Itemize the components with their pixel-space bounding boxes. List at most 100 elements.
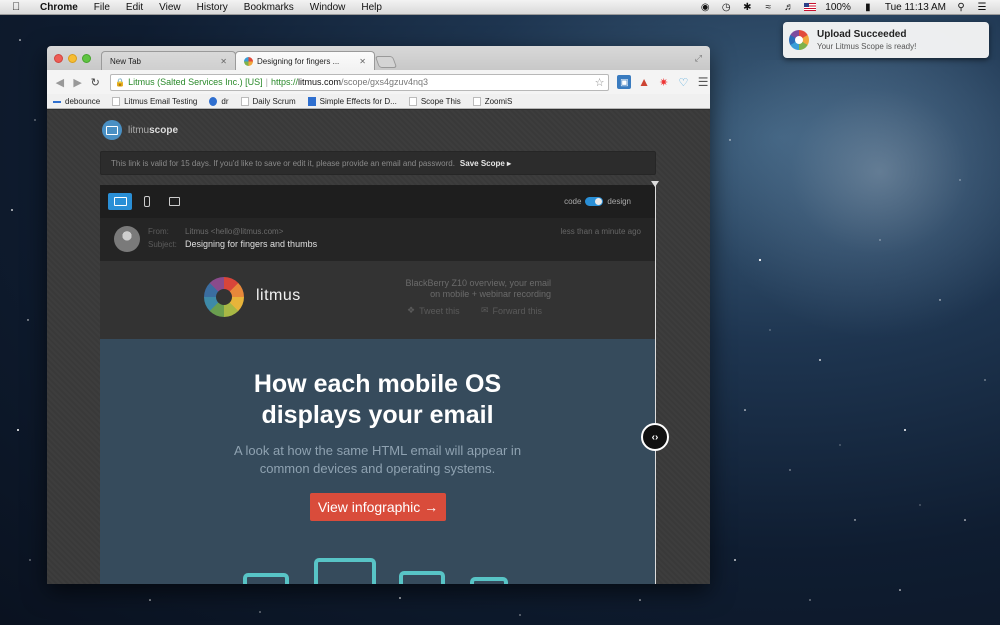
bookmark-scope-this[interactable]: Scope This — [408, 96, 461, 106]
tweet-link[interactable]: ❖ Tweet this — [407, 305, 460, 316]
upload-notification[interactable]: Upload Succeeded Your Litmus Scope is re… — [783, 22, 989, 58]
forward-link[interactable]: ✉ Forward this — [481, 305, 542, 316]
tab-label: Designing for fingers ... — [257, 56, 340, 66]
view-infographic-button[interactable]: View infographic → — [310, 493, 446, 521]
from-label: From: — [148, 227, 169, 236]
menu-window[interactable]: Window — [310, 2, 346, 13]
bluetooth-icon[interactable]: ✱ — [741, 1, 753, 13]
tab-strip: New Tab ✕ Designing for fingers ... ✕ ⤢ — [47, 46, 710, 70]
tab-new-tab[interactable]: New Tab ✕ — [101, 51, 236, 70]
hero-subtitle-line: common devices and operating systems. — [259, 461, 496, 476]
bookmark-label: debounce — [65, 96, 101, 106]
rotate-view-button[interactable] — [162, 193, 186, 210]
address-bar[interactable]: 🔒 Litmus (Salted Services Inc.) [US] | h… — [110, 73, 610, 91]
address-separator: | — [265, 77, 268, 87]
viewer-toolbar: code design — [100, 185, 655, 218]
resize-handle-icon[interactable]: ‹› — [641, 423, 669, 451]
bookmarks-bar: debounce Litmus Email Testing dr Daily S… — [47, 94, 710, 109]
brand-suffix: scope — [149, 124, 179, 136]
toggle-switch[interactable] — [585, 197, 604, 206]
hero-title: How each mobile OS displays your email — [100, 369, 655, 431]
back-button[interactable]: ◀ — [53, 75, 67, 89]
bookmark-simple-effects[interactable]: Simple Effects for D... — [307, 96, 397, 106]
page-icon — [112, 96, 121, 106]
save-scope-link[interactable]: Save Scope ▸ — [460, 159, 511, 168]
menu-history[interactable]: History — [197, 2, 228, 13]
envelope-icon: ✉ — [481, 305, 489, 315]
email-viewer: code design From: Litmus <hello@litmus.c… — [100, 185, 655, 584]
close-icon[interactable]: ✕ — [220, 57, 227, 66]
bookmark-icon — [53, 99, 61, 103]
monitor-illustration — [314, 558, 376, 584]
close-icon[interactable]: ✕ — [359, 57, 366, 66]
bookmark-debounce[interactable]: debounce — [53, 97, 100, 106]
extension-screen-icon[interactable]: ▣ — [617, 75, 632, 89]
menu-view[interactable]: View — [159, 2, 181, 13]
extension-lastpass-icon[interactable]: ▲ — [637, 75, 651, 89]
code-design-toggle[interactable]: code design — [564, 197, 631, 206]
bookmark-icon — [307, 96, 316, 106]
bookmark-daily-scrum[interactable]: Daily Scrum — [240, 96, 296, 106]
menu-bookmarks[interactable]: Bookmarks — [244, 2, 294, 13]
bookmark-zoomis[interactable]: ZoomiS — [472, 96, 512, 106]
preheader-line: on mobile + webinar recording — [430, 289, 551, 299]
menu-help[interactable]: Help — [361, 2, 382, 13]
brand-name: litmuscope — [128, 125, 178, 136]
email-meta-row: From: Litmus <hello@litmus.com> Subject:… — [100, 218, 655, 261]
apple-menu-icon[interactable]:  — [12, 1, 26, 13]
lock-icon: 🔒 — [115, 77, 126, 87]
menu-clock[interactable]: Tue 11:13 AM — [885, 2, 946, 13]
window-minimize-button[interactable] — [68, 54, 77, 63]
menu-app-name[interactable]: Chrome — [40, 2, 78, 13]
url-path: /scope/gxs4gzuv4nq3 — [341, 77, 429, 87]
menu-file[interactable]: File — [94, 2, 110, 13]
url-host: litmus.com — [297, 77, 341, 87]
notification-center-icon[interactable]: ☰ — [976, 1, 988, 13]
litmus-wordmark: litmus — [256, 287, 301, 304]
bookmark-icon — [209, 96, 218, 106]
litmus-scope-logo[interactable]: litmuscope — [102, 120, 178, 140]
menu-edit[interactable]: Edit — [126, 2, 143, 13]
window-close-button[interactable] — [54, 54, 63, 63]
litmus-logo-icon — [204, 277, 244, 317]
monitor-icon — [240, 96, 249, 106]
battery-percent[interactable]: 100% — [825, 2, 851, 13]
new-tab-button[interactable] — [374, 56, 398, 68]
wifi-icon[interactable]: ≈ — [762, 1, 774, 13]
ev-certificate-label[interactable]: Litmus (Salted Services Inc.) [US] — [128, 77, 263, 87]
bookmark-litmus-email-testing[interactable]: Litmus Email Testing — [112, 96, 197, 106]
window-maximize-button[interactable] — [82, 54, 91, 63]
volume-icon[interactable]: ♬ — [783, 1, 795, 13]
hero-title-line: displays your email — [261, 401, 494, 429]
bookmark-star-icon[interactable]: ☆ — [595, 76, 605, 89]
spotlight-search-icon[interactable]: ⚲ — [955, 1, 967, 13]
mobile-view-button[interactable] — [135, 193, 159, 210]
chrome-menu-icon[interactable]: ☰ — [696, 75, 710, 89]
preheader-line: BlackBerry Z10 overview, your email — [405, 278, 551, 288]
menu-extras: ◉ ◷ ✱ ≈ ♬ 100% ▮ Tue 11:13 AM ⚲ ☰ — [699, 1, 1000, 13]
fullscreen-icon[interactable]: ⤢ — [695, 53, 702, 64]
page-icon — [472, 96, 481, 106]
link-validity-bar: This link is valid for 15 days. If you'd… — [100, 151, 656, 175]
battery-icon[interactable]: ▮ — [860, 1, 876, 13]
desktop-view-button[interactable] — [108, 193, 132, 210]
twitter-bird-icon: ❖ — [407, 305, 416, 315]
tab-designing-for-fingers[interactable]: Designing for fingers ... ✕ — [235, 51, 375, 70]
phone-illustration — [470, 577, 508, 584]
browser-toolbar: ◀ ▶ ↻ 🔒 Litmus (Salted Services Inc.) [U… — [47, 70, 710, 94]
bookmark-dr[interactable]: dr — [209, 96, 229, 106]
status-circle-icon[interactable]: ◉ — [699, 1, 711, 13]
forward-button[interactable]: ▶ — [71, 75, 85, 89]
email-hero: How each mobile OS displays your email A… — [100, 339, 655, 584]
extension-heart-icon[interactable]: ♡ — [677, 75, 691, 89]
time-machine-icon[interactable]: ◷ — [720, 1, 732, 13]
reload-button[interactable]: ↻ — [88, 75, 102, 89]
input-source-flag-icon[interactable] — [804, 3, 817, 11]
sender-avatar — [114, 226, 140, 252]
validity-text: This link is valid for 15 days. If you'd… — [111, 158, 455, 168]
mac-menu-bar:  Chrome File Edit View History Bookmark… — [0, 0, 1000, 15]
notification-title: Upload Succeeded — [817, 29, 907, 40]
extension-acrobat-icon[interactable]: ✷ — [657, 75, 671, 89]
brand-prefix: litmu — [128, 124, 150, 136]
rotate-icon — [168, 197, 180, 206]
